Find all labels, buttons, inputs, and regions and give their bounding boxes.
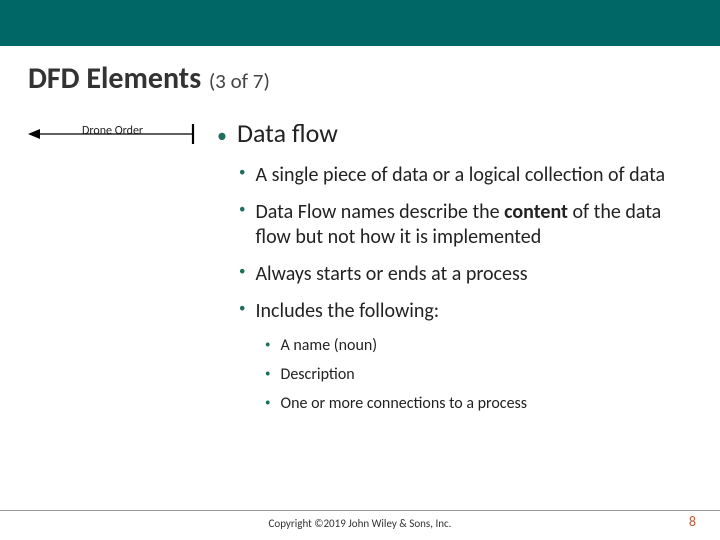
bullet-icon: • xyxy=(239,200,245,220)
level2-text: Includes the following: xyxy=(255,299,439,324)
heading-bullet: • Data flow xyxy=(217,117,692,149)
slide-title: DFD Elements xyxy=(28,60,201,97)
diagram-label: Drone Order xyxy=(82,124,143,138)
level2-item: • Data Flow names describe the content of… xyxy=(239,200,692,250)
heading-text: Data flow xyxy=(237,117,338,149)
diagram-column: Drone Order xyxy=(28,117,203,422)
body-column: • Data flow • A single piece of data or a… xyxy=(217,117,692,422)
bullet-icon: • xyxy=(217,126,227,146)
level2-list: • A single piece of data or a logical col… xyxy=(217,163,692,324)
level2-text: Always starts or ends at a process xyxy=(255,262,527,287)
bullet-icon: • xyxy=(239,262,245,282)
level3-item: • Description xyxy=(265,365,692,386)
level2-item: • Includes the following: xyxy=(239,299,692,324)
content-row: Drone Order • Data flow • A single piece … xyxy=(0,105,720,422)
level2-item: • A single piece of data or a logical col… xyxy=(239,163,692,188)
slide-subtitle: (3 of 7) xyxy=(209,68,270,94)
level3-text: One or more connections to a process xyxy=(280,394,527,415)
data-flow-arrow-diagram: Drone Order xyxy=(28,121,198,147)
level2-item: • Always starts or ends at a process xyxy=(239,262,692,287)
level3-text: Description xyxy=(280,365,354,386)
slide-title-area: DFD Elements (3 of 7) xyxy=(0,46,720,105)
level3-item: • A name (noun) xyxy=(265,336,692,357)
level2-text: Data Flow names describe the content of … xyxy=(255,200,692,250)
copyright-text: Copyright ©2019 John Wiley & Sons, Inc. xyxy=(269,517,452,530)
bullet-icon: • xyxy=(239,299,245,319)
page-number: 8 xyxy=(689,513,696,530)
level3-item: • One or more connections to a process xyxy=(265,394,692,415)
level3-list: • A name (noun) • Description • One or more c… xyxy=(217,336,692,414)
bullet-icon: • xyxy=(239,163,245,183)
top-bar xyxy=(0,0,720,46)
bullet-icon: • xyxy=(265,336,270,354)
level2-text: A single piece of data or a logical coll… xyxy=(255,163,665,188)
level3-text: A name (noun) xyxy=(280,336,377,357)
bullet-icon: • xyxy=(265,365,270,383)
footer: Copyright ©2019 John Wiley & Sons, Inc. xyxy=(0,510,720,540)
bullet-icon: • xyxy=(265,394,270,412)
